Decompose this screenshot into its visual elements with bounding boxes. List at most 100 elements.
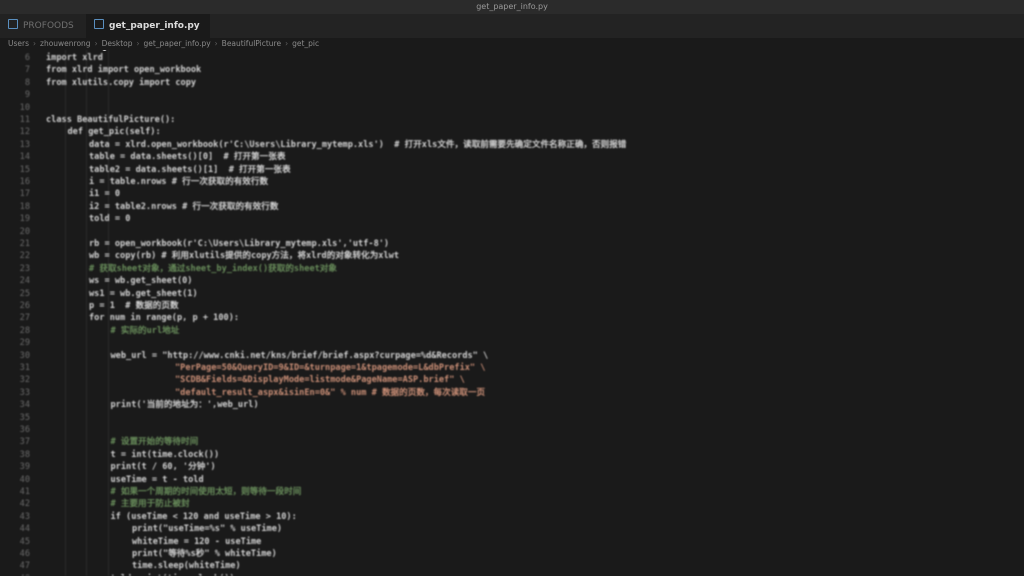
line-number: 12 bbox=[19, 127, 30, 138]
code-line[interactable]: 13 data = xlrd.open_workbook(r'C:\Users\L… bbox=[0, 139, 1024, 151]
code-line[interactable]: 6 import xlrd bbox=[0, 52, 1024, 64]
code-text: # 获取sheet对象，通过sheet_by_index()获取的sheet对象 bbox=[89, 263, 337, 274]
code-line[interactable]: 7 from xlrd import open_workbook bbox=[0, 64, 1024, 76]
line-number: 44 bbox=[19, 524, 30, 535]
code-line[interactable]: 18 i2 = table2.nrows # 行一次获取的有效行数 bbox=[0, 201, 1024, 213]
line-number: 22 bbox=[19, 251, 30, 262]
code-text: table2 = data.sheets()[1] # 打开第一张表 bbox=[89, 164, 291, 175]
code-line[interactable]: 36 bbox=[0, 424, 1024, 436]
code-line[interactable]: 46 print("等待%s秒" % whiteTime) bbox=[0, 548, 1024, 560]
tab-profoods[interactable]: PROFOODS bbox=[0, 14, 86, 38]
code-line[interactable]: 12 def get_pic(self): bbox=[0, 126, 1024, 138]
code-line[interactable]: 40 useTime = t - told bbox=[0, 474, 1024, 486]
line-number: 13 bbox=[19, 139, 30, 150]
code-line[interactable]: 19 told = 0 bbox=[0, 213, 1024, 225]
code-line[interactable]: 22 wb = copy(rb) # 利用xlutils提供的copy方法，将xl… bbox=[0, 250, 1024, 262]
breadcrumb-item[interactable]: BeautifulPicture bbox=[222, 39, 281, 48]
line-number: 28 bbox=[19, 325, 30, 336]
code-line[interactable]: 33 "default_result_aspx&isinEn=0&" % num … bbox=[0, 387, 1024, 399]
chevron-right-icon: › bbox=[94, 39, 98, 48]
code-line[interactable]: 10 bbox=[0, 102, 1024, 114]
code-text: "default_result_aspx&isinEn=0&" % num # … bbox=[175, 387, 486, 398]
code-line[interactable]: 45 whiteTime = 120 - useTime bbox=[0, 536, 1024, 548]
line-number: 23 bbox=[19, 263, 30, 274]
code-line[interactable]: 32 "SCDB&Fields=&DisplayMode=listmode&Pag… bbox=[0, 374, 1024, 386]
code-text: def get_pic(self): bbox=[67, 127, 161, 138]
line-number: 36 bbox=[19, 425, 30, 435]
line-number: 33 bbox=[19, 387, 30, 398]
file-icon bbox=[8, 19, 18, 29]
code-text: data = xlrd.open_workbook(r'C:\Users\Lib… bbox=[89, 139, 627, 150]
code-text: print("useTime=%s" % useTime) bbox=[132, 524, 283, 535]
code-line[interactable]: 8 from xlutils.copy import copy bbox=[0, 77, 1024, 89]
code-text: i = table.nrows # 行一次获取的有效行数 bbox=[89, 177, 269, 187]
code-text: time.sleep(whiteTime) bbox=[132, 561, 241, 572]
code-text: p = 1 # 数据的页数 bbox=[89, 301, 179, 311]
code-text: # 实际的url地址 bbox=[110, 325, 180, 336]
code-line[interactable]: 26 p = 1 # 数据的页数 bbox=[0, 300, 1024, 312]
code-line[interactable]: 47 time.sleep(whiteTime) bbox=[0, 560, 1024, 572]
line-number: 47 bbox=[19, 561, 30, 572]
code-line[interactable]: 31 "PerPage=50&QueryID=9&ID=&turnpage=1&t… bbox=[0, 362, 1024, 374]
code-line[interactable]: 15 table2 = data.sheets()[1] # 打开第一张表 bbox=[0, 164, 1024, 176]
python-file-icon bbox=[94, 19, 104, 29]
code-line[interactable]: 29 bbox=[0, 337, 1024, 349]
breadcrumb-item[interactable]: Users bbox=[8, 39, 29, 48]
code-text: "PerPage=50&QueryID=9&ID=&turnpage=1&tpa… bbox=[175, 363, 486, 373]
line-number: 30 bbox=[19, 350, 30, 361]
code-line[interactable]: 17 i1 = 0 bbox=[0, 188, 1024, 200]
code-line[interactable]: 38 t = int(time.clock()) bbox=[0, 449, 1024, 461]
line-number: 37 bbox=[19, 437, 30, 448]
code-line[interactable]: 43 if (useTime < 120 and useTime > 10): bbox=[0, 511, 1024, 523]
breadcrumb-item[interactable]: get_paper_info.py bbox=[144, 39, 211, 48]
code-text: i2 = table2.nrows # 行一次获取的有效行数 bbox=[89, 201, 279, 212]
tab-label: get_paper_info.py bbox=[109, 21, 200, 31]
code-line[interactable]: 14 table = data.sheets()[0] # 打开第一张表 bbox=[0, 151, 1024, 163]
line-number: 9 bbox=[24, 90, 30, 101]
code-line[interactable]: 44 print("useTime=%s" % useTime) bbox=[0, 523, 1024, 535]
line-number: 20 bbox=[19, 226, 30, 237]
line-number: 43 bbox=[19, 511, 30, 522]
tab-get-paper-info[interactable]: get_paper_info.py bbox=[86, 14, 210, 51]
code-line[interactable]: 37 # 设置开始的等待时间 bbox=[0, 436, 1024, 448]
code-line[interactable]: 42 # 主要用于防止被封 bbox=[0, 498, 1024, 510]
line-number: 16 bbox=[19, 177, 30, 187]
code-line[interactable]: 21 rb = open_workbook(r'C:\Users\Library_… bbox=[0, 238, 1024, 250]
code-text: t = int(time.clock()) bbox=[110, 449, 220, 460]
code-line[interactable]: 16 i = table.nrows # 行一次获取的有效行数 bbox=[0, 176, 1024, 188]
code-line[interactable]: 34 print('当前的地址为：',web_url) bbox=[0, 399, 1024, 411]
code-line[interactable]: 41 # 如果一个周期的时间使用太短，则等待一段时间 bbox=[0, 486, 1024, 498]
line-number: 15 bbox=[19, 164, 30, 175]
code-text: print('当前的地址为：',web_url) bbox=[110, 400, 259, 411]
code-line[interactable]: 28 # 实际的url地址 bbox=[0, 325, 1024, 337]
code-line[interactable]: 39 print(t / 60, '分钟') bbox=[0, 461, 1024, 473]
code-text: table = data.sheets()[0] # 打开第一张表 bbox=[89, 152, 286, 163]
code-editor[interactable]: 6 import xlrd 7 from xlrd import open_workb… bbox=[0, 50, 1024, 576]
code-line[interactable]: 20 bbox=[0, 226, 1024, 238]
code-line[interactable]: 9 bbox=[0, 89, 1024, 101]
code-line[interactable]: 30 web_url = "http://www.cnki.net/kns/bri… bbox=[0, 350, 1024, 362]
tab-bar: PROFOODS get_paper_info.py bbox=[0, 14, 1024, 51]
breadcrumb-item[interactable]: Desktop bbox=[102, 39, 133, 48]
code-text: from xlutils.copy import copy bbox=[46, 77, 197, 88]
code-line[interactable]: 35 bbox=[0, 412, 1024, 424]
code-text: import xlrd bbox=[46, 53, 103, 63]
editor-window: get_paper_info.py PROFOODS get_paper_inf… bbox=[0, 0, 1024, 576]
line-number: 40 bbox=[19, 474, 30, 485]
line-number: 46 bbox=[19, 549, 30, 559]
breadcrumb-item[interactable]: get_pic bbox=[292, 39, 319, 48]
code-line[interactable]: 24 ws = wb.get_sheet(0) bbox=[0, 275, 1024, 287]
code-line[interactable]: 27 for num in range(p, p + 100): bbox=[0, 312, 1024, 324]
code-text: web_url = "http://www.cnki.net/kns/brief… bbox=[110, 350, 489, 361]
code-line[interactable]: 23 # 获取sheet对象，通过sheet_by_index()获取的sheet… bbox=[0, 263, 1024, 275]
line-number: 34 bbox=[19, 400, 30, 411]
line-number: 18 bbox=[19, 201, 30, 212]
line-number: 11 bbox=[19, 115, 30, 125]
code-text: # 如果一个周期的时间使用太短，则等待一段时间 bbox=[110, 487, 302, 497]
code-text: class BeautifulPicture(): bbox=[46, 115, 176, 125]
code-text: useTime = t - told bbox=[110, 474, 204, 485]
code-line[interactable]: 11 class BeautifulPicture(): bbox=[0, 114, 1024, 126]
line-number: 45 bbox=[19, 536, 30, 547]
code-line[interactable]: 25 ws1 = wb.get_sheet(1) bbox=[0, 288, 1024, 300]
breadcrumb-item[interactable]: zhouwenrong bbox=[40, 39, 91, 48]
